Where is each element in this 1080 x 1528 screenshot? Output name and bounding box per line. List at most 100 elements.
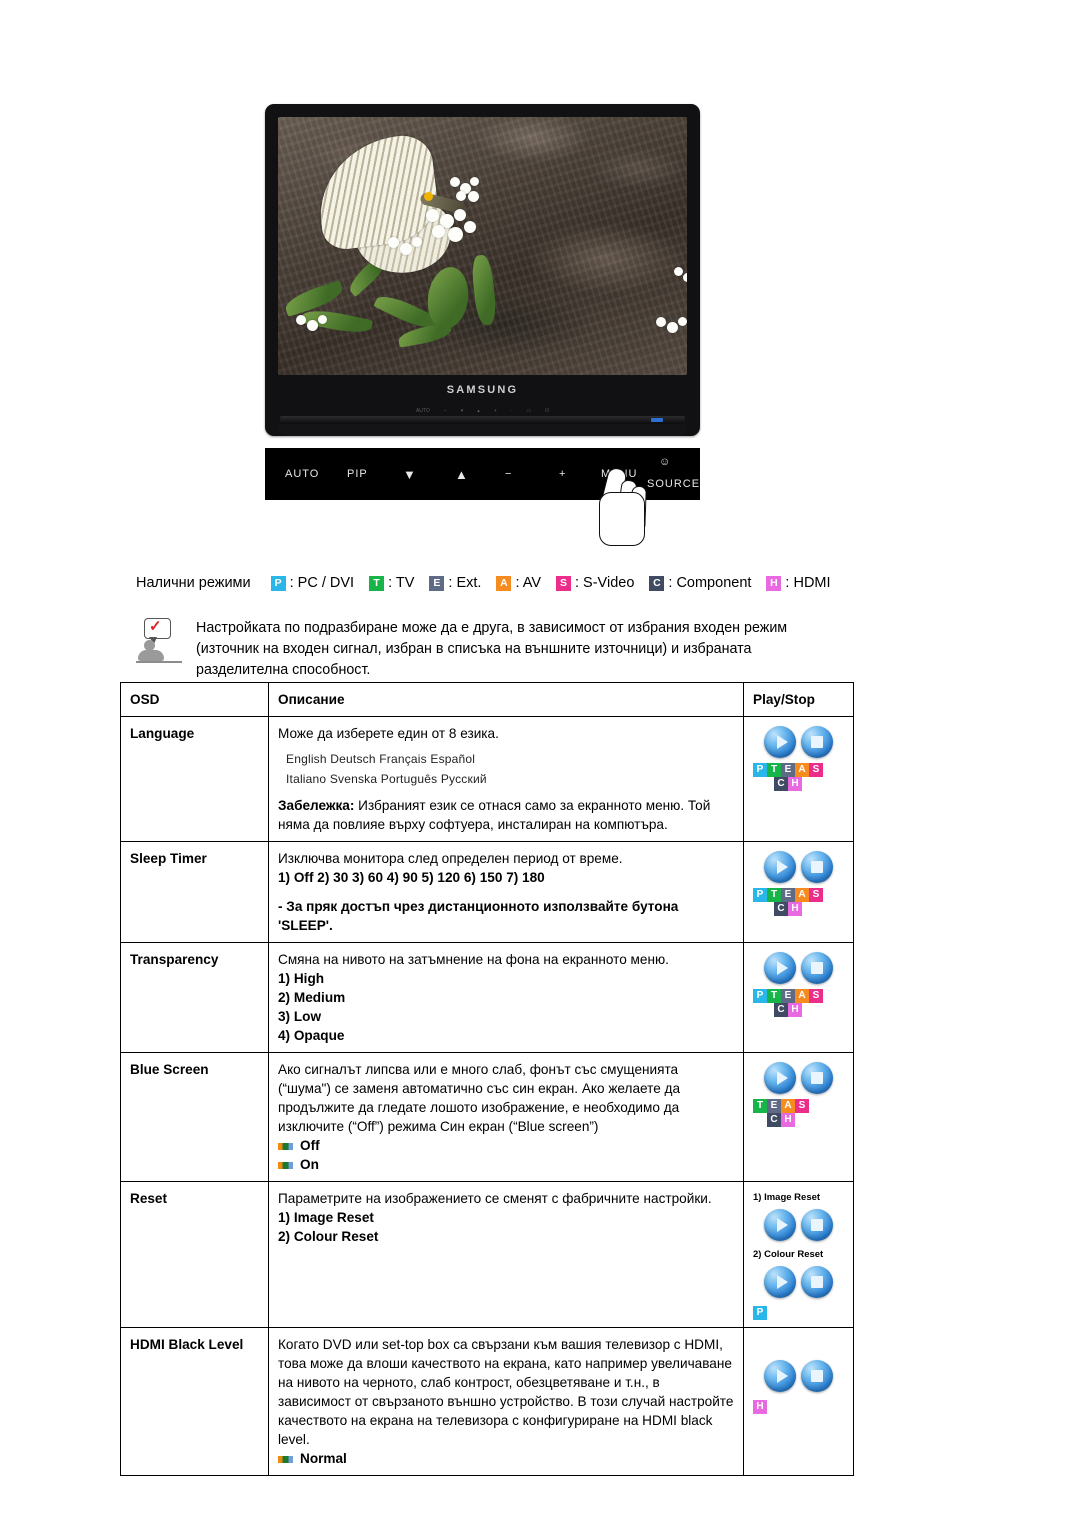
badge-h: H: [781, 1113, 795, 1127]
column-header-osd: OSD: [120, 682, 269, 717]
column-header-play-stop: Play/Stop: [743, 682, 854, 717]
badge-h: H: [788, 1003, 802, 1017]
control-minus-button[interactable]: −: [505, 468, 512, 480]
badge-a: A: [795, 763, 809, 777]
osd-item-transparency: Transparency: [120, 942, 269, 1053]
mode-text-av: : AV: [515, 575, 541, 591]
power-source-icon: ☺: [659, 456, 672, 468]
mode-badge-t: T: [369, 575, 385, 591]
mode-av: A : AV: [496, 575, 541, 591]
language-intro: Може да изберете един от 8 езика.: [278, 726, 499, 741]
sleep-timer-options: 1) Off 2) 30 3) 60 4) 90 5) 120 6) 150 7…: [278, 870, 545, 885]
monitor-base-foot: [278, 424, 687, 436]
desk-line-icon: [136, 661, 182, 663]
osd-item-blue-screen: Blue Screen: [120, 1052, 269, 1182]
osd-item-hdmi-black-level: HDMI Black Level: [120, 1327, 269, 1476]
mode-text-s-video: : S-Video: [575, 575, 635, 591]
reset-option-2: 2) Colour Reset: [278, 1229, 379, 1244]
description-hdmi-black-level: Когато DVD или set-top box са свързани к…: [268, 1327, 744, 1476]
mode-s-video: S : S-Video: [556, 575, 634, 591]
badge-p: P: [753, 1306, 767, 1320]
note-person-icon: ✓: [136, 618, 188, 670]
badge-a: A: [795, 888, 809, 902]
badge-c: C: [774, 777, 788, 791]
mode-ext: E : Ext.: [429, 575, 481, 591]
sleep-timer-extra: - За пряк достъп чрез дистанционното изп…: [278, 899, 679, 933]
badge-c: C: [767, 1113, 781, 1127]
available-modes-legend: Налични режими P : PC / DVI T : TV E : E…: [136, 575, 846, 591]
stop-icon: [801, 851, 833, 883]
mode-text-ext: : Ext.: [448, 575, 482, 591]
control-down-button[interactable]: ▼: [403, 467, 417, 482]
mode-text-tv: : TV: [388, 575, 415, 591]
stop-icon: [801, 1360, 833, 1392]
mode-badge-c: C: [649, 575, 665, 591]
mode-hdmi: H : HDMI: [766, 575, 831, 591]
play-stop-sleep-timer: P T E A S C H: [743, 841, 854, 943]
badge-e: E: [781, 763, 795, 777]
play-icon: [764, 1209, 796, 1241]
mode-badge-s: S: [556, 575, 571, 591]
table-row: Blue Screen Ако сигналът липсва или е мн…: [120, 1052, 854, 1182]
table-row: Language Може да изберете един от 8 език…: [120, 716, 854, 842]
badge-t: T: [767, 888, 781, 902]
mode-badges-blue-screen: T E A S C H: [753, 1099, 809, 1127]
badge-p: P: [753, 763, 767, 777]
play-stop-language: P T E A S C H: [743, 716, 854, 842]
description-transparency: Смяна на нивото на затъмнение на фона на…: [268, 942, 744, 1053]
transparency-intro: Смяна на нивото на затъмнение на фона на…: [278, 952, 669, 967]
description-blue-screen: Ако сигналът липсва или е много слаб, фо…: [268, 1052, 744, 1182]
description-sleep-timer: Изключва монитора след определен период …: [268, 841, 744, 943]
play-icon: [764, 1266, 796, 1298]
control-plus-button[interactable]: +: [559, 468, 566, 480]
badge-t: T: [767, 763, 781, 777]
table-row: Transparency Смяна на нивото на затъмнен…: [120, 942, 854, 1053]
stop-icon: [801, 726, 833, 758]
badge-h: H: [788, 777, 802, 791]
badge-a: A: [781, 1099, 795, 1113]
mode-pc-dvi: P : PC / DVI: [270, 575, 354, 591]
reset-option-1: 1) Image Reset: [278, 1210, 374, 1225]
monitor-brand-bar: SAMSUNG: [278, 375, 687, 405]
badge-t: T: [767, 989, 781, 1003]
column-header-description: Описание: [268, 682, 744, 717]
gradient-bullet-icon: [278, 1161, 293, 1169]
mode-badges-language: P T E A S C H: [753, 763, 823, 791]
control-auto-button[interactable]: AUTO: [285, 468, 319, 480]
checkmark-icon: ✓: [149, 618, 162, 635]
gradient-bullet-icon: [278, 1455, 293, 1463]
language-list-line-2: Italiano Svenska Português Русский: [286, 772, 487, 786]
language-list-line-1: English Deutsch Français Español: [286, 752, 476, 766]
control-pip-button[interactable]: PIP: [347, 468, 368, 480]
stop-icon: [801, 952, 833, 984]
monitor-control-panel: AUTO PIP ▼ ▲ − + MENU ☺ SOURCE: [265, 448, 700, 546]
control-up-button[interactable]: ▲: [455, 467, 469, 482]
osd-item-reset: Reset: [120, 1181, 269, 1328]
person-body-icon: [138, 650, 164, 661]
osd-settings-table: OSD Описание Play/Stop Language Може да …: [120, 682, 854, 1476]
monitor-screen-image: [278, 117, 687, 375]
play-stop-orbs: [753, 1209, 844, 1241]
samsung-logo: SAMSUNG: [446, 384, 519, 396]
transparency-option-2: 2) Medium: [278, 990, 346, 1005]
stop-icon: [801, 1266, 833, 1298]
play-icon: [764, 726, 796, 758]
badge-p: P: [753, 888, 767, 902]
mode-badges-reset: P: [753, 1306, 767, 1320]
table-row: Sleep Timer Изключва монитора след опред…: [120, 841, 854, 943]
transparency-option-4: 4) Opaque: [278, 1028, 345, 1043]
butterfly-eye: [424, 192, 433, 201]
mode-badge-a: A: [496, 575, 512, 591]
monitor-illustration: SAMSUNG AUTO−▾▴+·▭⏻ AUTO PIP ▼ ▲ − + MEN…: [265, 104, 700, 546]
language-note-label: Забележка:: [278, 798, 355, 813]
play-stop-transparency: P T E A S C H: [743, 942, 854, 1053]
hdmi-normal-label: Normal: [300, 1451, 347, 1466]
mode-badges-hdmi: H: [753, 1400, 767, 1414]
play-stop-reset: 1) Image Reset 2) Colour Reset P: [743, 1181, 854, 1328]
hdmi-intro: Когато DVD или set-top box са свързани к…: [278, 1337, 734, 1447]
play-stop-blue-screen: T E A S C H: [743, 1052, 854, 1182]
butterfly: [311, 132, 472, 278]
monitor-base-strip: [280, 416, 685, 424]
mode-component: C : Component: [649, 575, 751, 591]
play-icon: [764, 1062, 796, 1094]
